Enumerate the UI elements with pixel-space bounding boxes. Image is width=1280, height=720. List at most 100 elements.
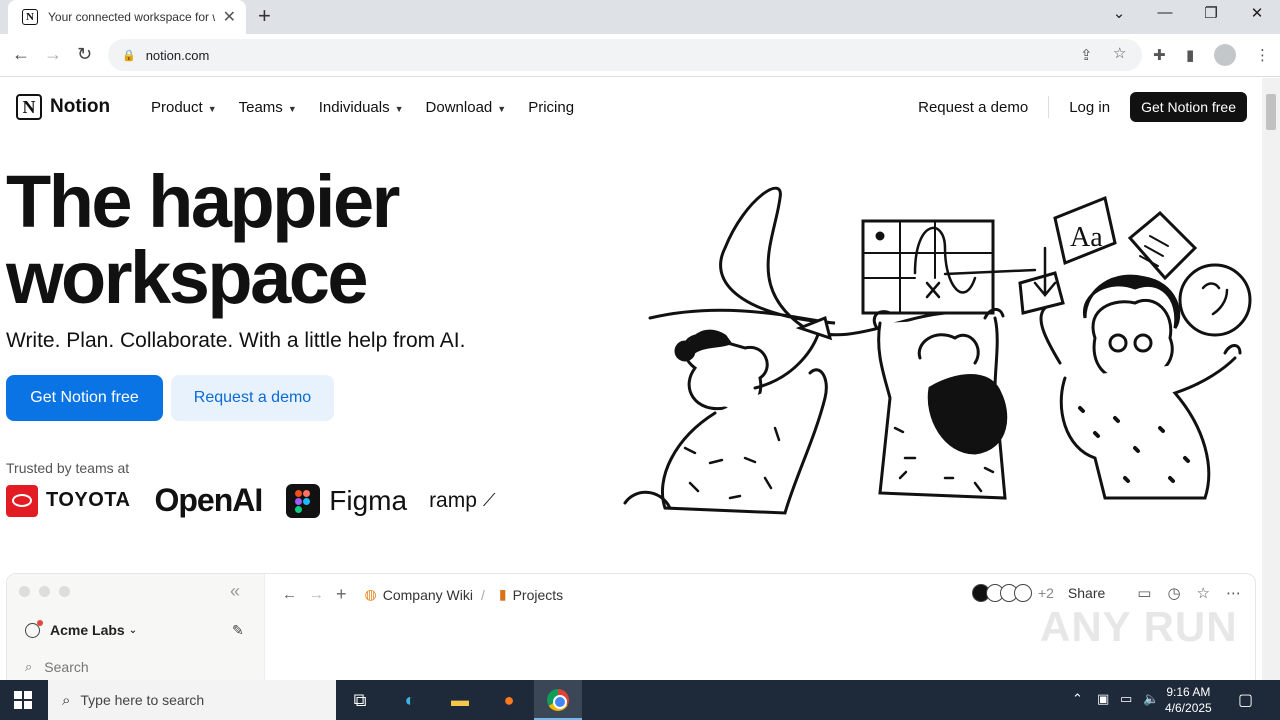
- openai-wordmark: OpenAI: [154, 482, 263, 518]
- favorite-star-icon[interactable]: ☆: [1197, 584, 1210, 602]
- menu-teams[interactable]: Teams ▼: [239, 99, 297, 116]
- chevron-down-icon: ⌄: [128, 624, 138, 636]
- chrome-icon: [547, 689, 569, 711]
- more-horizontal-icon[interactable]: ⋯: [1226, 584, 1241, 602]
- page-scrollbar[interactable]: [1262, 78, 1280, 680]
- notion-logo[interactable]: N Notion: [16, 94, 110, 120]
- tray-chevron-up-icon[interactable]: ⌃: [1072, 691, 1083, 707]
- ramp-logo-icon: ⟋: [482, 490, 496, 510]
- nav-actions: Request a demo Log in Get Notion free: [918, 92, 1247, 122]
- window-close-icon[interactable]: ✕: [1247, 4, 1267, 22]
- webpage: N Notion Product ▼ Teams ▼ Individuals ▼ Do…: [0, 78, 1262, 680]
- sidebar-search[interactable]: ⌕ Search: [25, 659, 89, 675]
- more-vertical-icon[interactable]: ⋮: [1255, 46, 1270, 64]
- volume-icon[interactable]: 🔈: [1143, 691, 1159, 707]
- extensions-puzzle-icon[interactable]: ✚: [1153, 46, 1166, 64]
- window-dot-icon: [59, 586, 70, 597]
- edge-browser-icon[interactable]: ◐: [396, 686, 424, 714]
- figma-wordmark: Figma: [329, 484, 408, 516]
- bookmark-star-icon[interactable]: ☆: [1113, 44, 1126, 62]
- workspace-switcher[interactable]: Acme Labs ⌄: [25, 619, 138, 638]
- collaborator-avatars[interactable]: [971, 584, 1032, 602]
- notion-favicon-icon: N: [22, 9, 38, 25]
- new-tab-plus-icon[interactable]: +: [258, 3, 271, 29]
- search-label: Search: [44, 659, 89, 675]
- search-icon: ⌕: [62, 691, 71, 709]
- history-clock-icon[interactable]: ◷: [1167, 584, 1180, 602]
- workspace-name: Acme Labs: [50, 622, 125, 638]
- anyrun-watermark: ANY RUN: [1040, 603, 1238, 650]
- forward-arrow-icon[interactable]: →: [44, 44, 62, 65]
- breadcrumb-company-wiki[interactable]: Company Wiki: [383, 587, 473, 603]
- browser-tab-notion[interactable]: N Your connected workspace for wiki, doc…: [8, 0, 246, 34]
- forward-arrow-icon[interactable]: →: [309, 586, 324, 603]
- menu-download[interactable]: Download ▼: [426, 99, 507, 116]
- ramp-wordmark: ramp: [429, 488, 477, 512]
- menu-label: Product: [151, 99, 203, 116]
- task-view-icon[interactable]: ⧉: [346, 686, 374, 714]
- main-menu: Product ▼ Teams ▼ Individuals ▼ Download ▼ P…: [151, 99, 574, 116]
- site-nav: N Notion Product ▼ Teams ▼ Individuals ▼ Do…: [0, 78, 1262, 138]
- toyota-wordmark: TOYOTA: [46, 489, 131, 511]
- hero-title: The happier workspace: [6, 164, 400, 319]
- chevron-down-icon: ▼: [287, 104, 297, 114]
- hero-get-notion-free-button[interactable]: Get Notion free: [6, 375, 163, 421]
- globe-icon: [25, 619, 43, 638]
- scrollbar-thumb[interactable]: [1266, 94, 1276, 130]
- address-bar[interactable]: 🔒 notion.com: [108, 39, 1142, 71]
- hero-title-line-2: workspace: [6, 236, 369, 319]
- reload-icon[interactable]: ↻: [77, 44, 92, 65]
- windows-taskbar: ⌕ Type here to search ⧉ ◐ ▬ ● ⌃ ▣ ▭ 🔈 9:…: [0, 680, 1280, 720]
- book-icon: ▮: [498, 586, 507, 602]
- tab-search-chevron-icon[interactable]: ⌄: [1109, 4, 1129, 22]
- minimize-icon[interactable]: —: [1155, 4, 1175, 21]
- logo-text: Notion: [50, 96, 111, 117]
- nav-get-notion-free-button[interactable]: Get Notion free: [1130, 92, 1247, 122]
- figma-logo-icon: [286, 483, 321, 518]
- nav-divider: [1048, 96, 1050, 118]
- add-page-plus-icon[interactable]: +: [336, 584, 347, 605]
- clock-time: 9:16 AM: [1166, 685, 1211, 699]
- chevron-down-icon: ▼: [394, 104, 404, 114]
- search-icon: ⌕: [25, 659, 33, 674]
- close-icon[interactable]: ✕: [223, 7, 236, 27]
- side-panel-icon[interactable]: ▮: [1186, 46, 1194, 64]
- chevron-down-icon: ▼: [207, 104, 217, 114]
- chevron-down-icon: ▼: [497, 104, 507, 114]
- preview-actions: +2 Share ▭ ◷ ☆ ⋯: [971, 584, 1241, 602]
- login-link[interactable]: Log in: [1069, 99, 1110, 116]
- lock-icon: 🔒: [122, 49, 136, 62]
- menu-individuals[interactable]: Individuals ▼: [319, 99, 404, 116]
- nav-request-demo-link[interactable]: Request a demo: [918, 99, 1028, 116]
- avatar: [1013, 584, 1032, 602]
- collapse-sidebar-icon[interactable]: «: [230, 581, 240, 602]
- extra-collaborators-count: +2: [1037, 585, 1054, 601]
- new-page-edit-icon[interactable]: ✎: [232, 622, 244, 639]
- hero-request-demo-button[interactable]: Request a demo: [171, 375, 334, 421]
- breadcrumb-projects[interactable]: Projects: [513, 587, 564, 603]
- comment-icon[interactable]: ▭: [1137, 584, 1151, 602]
- back-arrow-icon[interactable]: ←: [282, 586, 297, 603]
- notifications-icon[interactable]: ▢: [1238, 690, 1253, 710]
- notion-logo-icon: N: [16, 94, 42, 120]
- menu-pricing[interactable]: Pricing: [528, 99, 574, 116]
- chrome-taskbar-button[interactable]: [534, 680, 582, 720]
- menu-product[interactable]: Product ▼: [151, 99, 217, 116]
- preview-topbar: ← → + ◍ Company Wiki / ▮ Projects: [282, 584, 563, 605]
- windows-start-icon[interactable]: [14, 691, 32, 709]
- taskbar-clock[interactable]: 9:16 AM 4/6/2025: [1165, 684, 1212, 716]
- file-explorer-icon[interactable]: ▬: [446, 686, 474, 714]
- network-icon[interactable]: ▭: [1120, 691, 1132, 707]
- profile-avatar-icon[interactable]: [1214, 44, 1236, 66]
- menu-label: Individuals: [318, 99, 390, 116]
- share-page-icon[interactable]: ⇪: [1080, 46, 1093, 64]
- tray-device-icon[interactable]: ▣: [1097, 691, 1109, 707]
- firefox-icon[interactable]: ●: [495, 686, 523, 714]
- taskbar-search-box[interactable]: ⌕ Type here to search: [48, 680, 336, 720]
- url-text: notion.com: [145, 47, 210, 63]
- restore-icon[interactable]: ❐: [1201, 4, 1221, 22]
- breadcrumb-separator: /: [480, 586, 485, 603]
- share-button[interactable]: Share: [1068, 585, 1105, 601]
- menu-label: Download: [425, 99, 493, 116]
- back-arrow-icon[interactable]: ←: [12, 44, 30, 65]
